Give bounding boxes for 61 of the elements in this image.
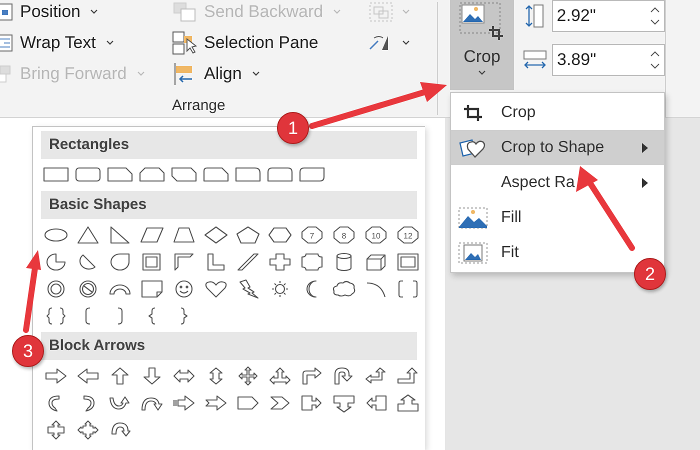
- submenu-arrow-icon: [642, 178, 648, 188]
- folded-corner-icon[interactable]: [139, 279, 165, 299]
- width-icon: [522, 49, 548, 71]
- spinner-icon: [650, 6, 660, 26]
- left-arrow-icon[interactable]: [75, 366, 101, 386]
- caret-icon: [402, 40, 410, 45]
- parallelogram-icon[interactable]: [139, 225, 165, 245]
- right-arrow-icon[interactable]: [43, 366, 69, 386]
- ribbon-button[interactable]: Position: [20, 0, 98, 24]
- hexagon-icon[interactable]: [267, 225, 293, 245]
- section-header: Basic Shapes: [41, 191, 417, 219]
- diamond-icon[interactable]: [203, 225, 229, 245]
- left-right-up-arrow-icon[interactable]: [267, 366, 293, 386]
- shapes-icon: [458, 136, 488, 158]
- caret-icon: [402, 9, 410, 14]
- triangle-icon[interactable]: [75, 225, 101, 245]
- cross-icon[interactable]: [267, 252, 293, 272]
- crop-button[interactable]: Crop: [450, 0, 514, 90]
- group-icon: [368, 0, 394, 22]
- up-arrow-callout-icon[interactable]: [395, 393, 421, 413]
- caret-icon: [90, 9, 98, 14]
- size-field[interactable]: 2.92": [552, 0, 665, 32]
- heart-icon[interactable]: [203, 279, 229, 299]
- picture-icon: [458, 242, 488, 264]
- striped-right-arrow-icon[interactable]: [171, 393, 197, 413]
- crop-icon: [462, 102, 484, 122]
- octagon-icon[interactable]: 10: [363, 225, 389, 245]
- octagon-icon[interactable]: 7: [299, 225, 325, 245]
- caret-icon: [136, 71, 145, 76]
- submenu-arrow-icon: [642, 142, 648, 152]
- height-icon: [524, 3, 546, 29]
- pentagon-icon[interactable]: [235, 225, 261, 245]
- trapezoid-icon[interactable]: [171, 225, 197, 245]
- selection-pane-icon: [172, 30, 198, 54]
- notched-right-arrow-icon[interactable]: [203, 393, 229, 413]
- octagon-icon[interactable]: 12: [395, 225, 421, 245]
- diagonal-stripe-icon[interactable]: [235, 252, 261, 272]
- down-arrow-callout-icon[interactable]: [331, 393, 357, 413]
- menu-item[interactable]: Aspect Ra: [451, 165, 664, 200]
- spinner-icon: [650, 50, 660, 70]
- quad-arrow-callout-icon[interactable]: [75, 420, 101, 440]
- step-number: 2: [634, 258, 666, 290]
- caret-icon: [478, 70, 486, 74]
- caret-icon: [252, 71, 260, 76]
- size-field[interactable]: 3.89": [552, 44, 665, 76]
- plaque-icon[interactable]: [299, 252, 325, 272]
- cloud-icon[interactable]: [331, 279, 357, 299]
- crop-picture-icon: [459, 2, 505, 40]
- menu-item[interactable]: Crop: [451, 95, 664, 130]
- picture-icon: [458, 206, 488, 228]
- section-header: Block Arrows: [41, 332, 417, 360]
- caret-icon: [106, 40, 114, 45]
- ribbon-button[interactable]: Selection Pane: [204, 30, 318, 56]
- ribbon-button[interactable]: Align: [204, 60, 260, 86]
- menu-item[interactable]: Fill: [451, 200, 664, 235]
- group-label: Arrange: [172, 96, 226, 116]
- menu-item[interactable]: Crop to Shape: [451, 130, 664, 165]
- bevel-icon[interactable]: [395, 252, 421, 272]
- octagon-icon[interactable]: 8: [331, 225, 357, 245]
- ribbon-button[interactable]: Wrap Text: [20, 30, 114, 56]
- caret-icon: [333, 9, 342, 14]
